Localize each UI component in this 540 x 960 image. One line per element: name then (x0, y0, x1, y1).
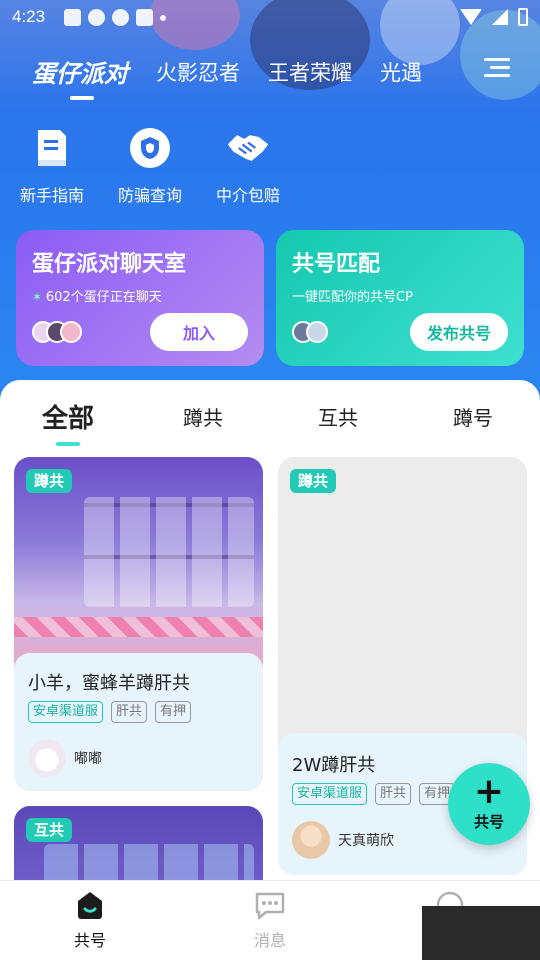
fab-label: 共号 (473, 812, 504, 831)
star-icon: ✶ (32, 290, 46, 304)
chat-room-card[interactable]: 蛋仔派对聊天室 ✶ 602个蛋仔正在聊天 加入 (16, 230, 264, 366)
filter-tab-seek-share[interactable]: 蹲共 (163, 402, 243, 431)
post-info: 小羊，蜜蜂羊蹲肝共 安卓渠道服 肝共 有押 嘟嘟 (14, 653, 263, 791)
filter-tabs: 全部 蹲共 互共 蹲号 (0, 398, 540, 438)
join-button[interactable]: 加入 (150, 313, 248, 351)
book-icon (30, 126, 74, 170)
publish-button[interactable]: 发布共号 (410, 313, 508, 351)
post-title: 2W蹲肝共 (292, 755, 376, 776)
avatar (28, 739, 66, 777)
match-card[interactable]: 共号匹配 一键匹配你的共号CP 发布共号 (276, 230, 524, 366)
quick-link-label: 新手指南 (19, 186, 84, 205)
quick-links: 新手指南 防骗查询 中介包赔 (18, 126, 282, 206)
avatar-stack (32, 321, 82, 343)
post-tags: 安卓渠道服 肝共 有押 (28, 701, 192, 723)
post-type-badge: 互共 (26, 818, 73, 842)
home-icon (78, 892, 102, 919)
signal-icon (492, 9, 508, 25)
image-icon (64, 9, 81, 26)
plus-icon: + (473, 770, 505, 812)
header: 4:23 蛋仔派对 火影忍者 王者荣耀 光遇 新手指南 防骗查询 中介包赔 蛋仔… (0, 0, 540, 400)
avatar (306, 321, 328, 343)
quick-link-label: 中介包赔 (215, 186, 280, 205)
post-card[interactable]: 蹲共 小羊，蜜蜂羊蹲肝共 安卓渠道服 肝共 有押 嘟嘟 (14, 457, 263, 791)
app-icon (112, 9, 129, 26)
post-tag: 安卓渠道服 (292, 783, 368, 805)
tab-naruto[interactable]: 火影忍者 (156, 57, 240, 87)
post-type-badge: 蹲共 (290, 469, 337, 493)
author-name: 嘟嘟 (74, 751, 102, 767)
post-tag: 安卓渠道服 (28, 701, 104, 723)
post-author: 天真萌欣 (292, 821, 394, 859)
avatar (292, 821, 330, 859)
nav-item-share[interactable]: 共号 (50, 889, 130, 951)
handshake-icon (226, 126, 270, 170)
nav-label: 共号 (73, 931, 106, 950)
quick-link-guide[interactable]: 新手指南 (18, 126, 86, 206)
wifi-icon (460, 9, 482, 25)
status-bar: 4:23 (0, 0, 540, 36)
chat-room-subtitle: ✶ 602个蛋仔正在聊天 (32, 286, 162, 305)
tab-indicator (70, 96, 94, 100)
tab-eggy-party[interactable]: 蛋仔派对 (32, 54, 128, 89)
filter-indicator (56, 442, 80, 446)
online-count: 602个蛋仔正在聊天 (45, 290, 162, 305)
status-time: 4:23 (12, 7, 46, 26)
menu-icon[interactable] (484, 58, 510, 80)
avatar (60, 321, 82, 343)
system-icons (460, 8, 528, 26)
post-author: 嘟嘟 (28, 739, 102, 777)
tab-sky[interactable]: 光遇 (380, 57, 422, 87)
shield-icon (128, 126, 172, 170)
avatar-stack (292, 321, 328, 343)
post-tag: 肝共 (375, 783, 412, 805)
nav-item-messages[interactable]: 消息 (230, 889, 310, 951)
match-subtitle: 一键匹配你的共号CP (292, 290, 413, 305)
post-tag: 肝共 (111, 701, 148, 723)
quick-link-label: 防骗查询 (117, 186, 182, 205)
battery-icon (518, 8, 528, 26)
alert-icon (88, 9, 105, 26)
post-title: 小羊，蜜蜂羊蹲肝共 (28, 673, 190, 694)
chat-room-title: 蛋仔派对聊天室 (32, 252, 187, 277)
dot-icon (160, 15, 166, 21)
message-icon (255, 892, 285, 920)
post-type-badge: 蹲共 (26, 469, 73, 493)
post-tags: 安卓渠道服 肝共 有押 (292, 783, 456, 805)
notification-icons (64, 9, 166, 26)
filter-tab-all[interactable]: 全部 (28, 398, 108, 435)
filter-tab-mutual-share[interactable]: 互共 (298, 402, 378, 431)
match-title: 共号匹配 (292, 252, 381, 277)
game-tabs: 蛋仔派对 火影忍者 王者荣耀 光遇 (32, 54, 450, 89)
screen-overlay (422, 906, 540, 960)
app-icon (136, 9, 153, 26)
quick-link-fraud-check[interactable]: 防骗查询 (116, 126, 184, 206)
tab-honor-of-kings[interactable]: 王者荣耀 (268, 57, 352, 87)
nav-label: 消息 (253, 931, 286, 950)
post-tag: 有押 (155, 701, 192, 723)
filter-tab-seek-account[interactable]: 蹲号 (433, 402, 513, 431)
create-share-button[interactable]: + 共号 (448, 763, 530, 845)
quick-link-escrow[interactable]: 中介包赔 (214, 126, 282, 206)
author-name: 天真萌欣 (338, 833, 394, 849)
post-card[interactable]: 互共 (14, 806, 263, 880)
